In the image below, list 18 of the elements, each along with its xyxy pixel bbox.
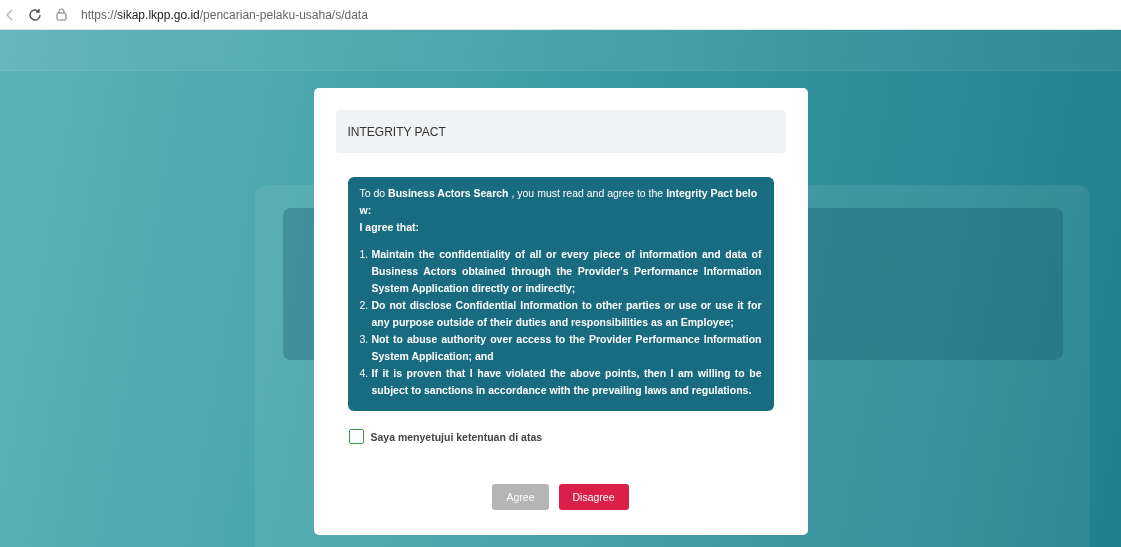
- pact-item-text: Not to abuse authority over access to the Provider Performance Information System Application; and: [371, 332, 762, 364]
- item-number: 2.: [359, 298, 370, 313]
- consent-label: Saya menyetujui ketentuan di atas: [370, 430, 543, 443]
- item-number: 3.: [359, 332, 370, 347]
- lock-icon: [56, 8, 67, 21]
- address-bar-url[interactable]: https://sikap.lkpp.go.id/pencarian-pelaku-usaha/s/data: [81, 7, 368, 22]
- item-number: 1.: [359, 247, 370, 262]
- consent-checkbox[interactable]: [348, 429, 364, 444]
- intro-text: To do Business Actors Search , you must read and agree to the Integrity Pact below:: [359, 186, 759, 218]
- modal-title: INTEGRITY PACT: [335, 110, 786, 153]
- back-icon[interactable]: [6, 8, 14, 21]
- pact-item-text: Do not disclose Confidential Information to other parties or use or use it for any purpose outside of their duties and responsibilities as an Employee;: [371, 298, 762, 330]
- pact-item-text: If it is proven that I have violated the above points, then I am willing to be subject to sanctions in accordance with the prevailing laws and regulations.: [371, 366, 762, 398]
- reload-icon[interactable]: [28, 7, 42, 22]
- pact-item-text: Maintain the confidentiality of all or every piece of information and data of Business Actors obtained through the Provider's Performance Information System Application directly or indirectly;: [371, 247, 762, 296]
- lead-text: I agree that:: [359, 220, 420, 235]
- disagree-button[interactable]: Disagree: [558, 484, 629, 510]
- item-number: 4.: [359, 366, 370, 381]
